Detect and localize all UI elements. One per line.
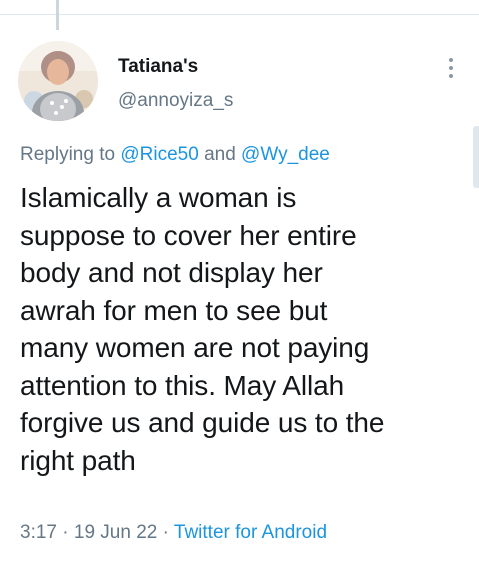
tweet-text-line: right path xyxy=(20,444,136,476)
scrollbar[interactable] xyxy=(473,126,479,188)
display-name[interactable]: Tatiana's xyxy=(118,56,198,78)
replying-to-connector: and xyxy=(204,144,236,165)
tweet-time[interactable]: 3:17 xyxy=(20,522,57,543)
tweet-text-line: awrah for men to see but xyxy=(20,294,328,326)
avatar[interactable] xyxy=(18,41,98,121)
tweet-text-line: forgive us and guide us to the xyxy=(20,407,385,438)
vertical-ellipsis-icon xyxy=(449,66,453,70)
tweet-text-line: many women are not paying xyxy=(20,332,370,363)
profile-photo xyxy=(18,41,98,121)
more-options-button[interactable] xyxy=(440,56,462,80)
vertical-ellipsis-icon xyxy=(449,74,453,78)
thread-connector-line xyxy=(56,0,59,30)
mention-link[interactable]: @Wy_dee xyxy=(241,144,330,165)
meta-separator: · xyxy=(62,522,69,543)
user-handle[interactable]: @annoyiza_s xyxy=(118,90,233,112)
top-divider xyxy=(0,14,479,15)
replying-to-line: Replying to @Rice50 and @Wy_dee xyxy=(20,144,330,166)
meta-separator: · xyxy=(162,522,169,543)
mention-link[interactable]: @Rice50 xyxy=(120,144,198,165)
tweet-date[interactable]: 19 Jun 22 xyxy=(74,522,157,543)
tweet-body: Islamically a woman is suppose to cover … xyxy=(20,179,472,479)
tweet-text-line: attention to this. May Allah xyxy=(20,369,345,401)
tweet-text-line: body and not display her xyxy=(20,257,323,288)
tweet-text-line: suppose to cover her entire xyxy=(20,219,357,251)
tweet-metadata: 3:17 · 19 Jun 22 · Twitter for Android xyxy=(20,522,327,544)
tweet-text-line: Islamically a woman is xyxy=(20,182,297,213)
vertical-ellipsis-icon xyxy=(449,58,453,62)
replying-to-label: Replying to xyxy=(20,144,116,165)
tweet-source-link[interactable]: Twitter for Android xyxy=(174,522,327,543)
